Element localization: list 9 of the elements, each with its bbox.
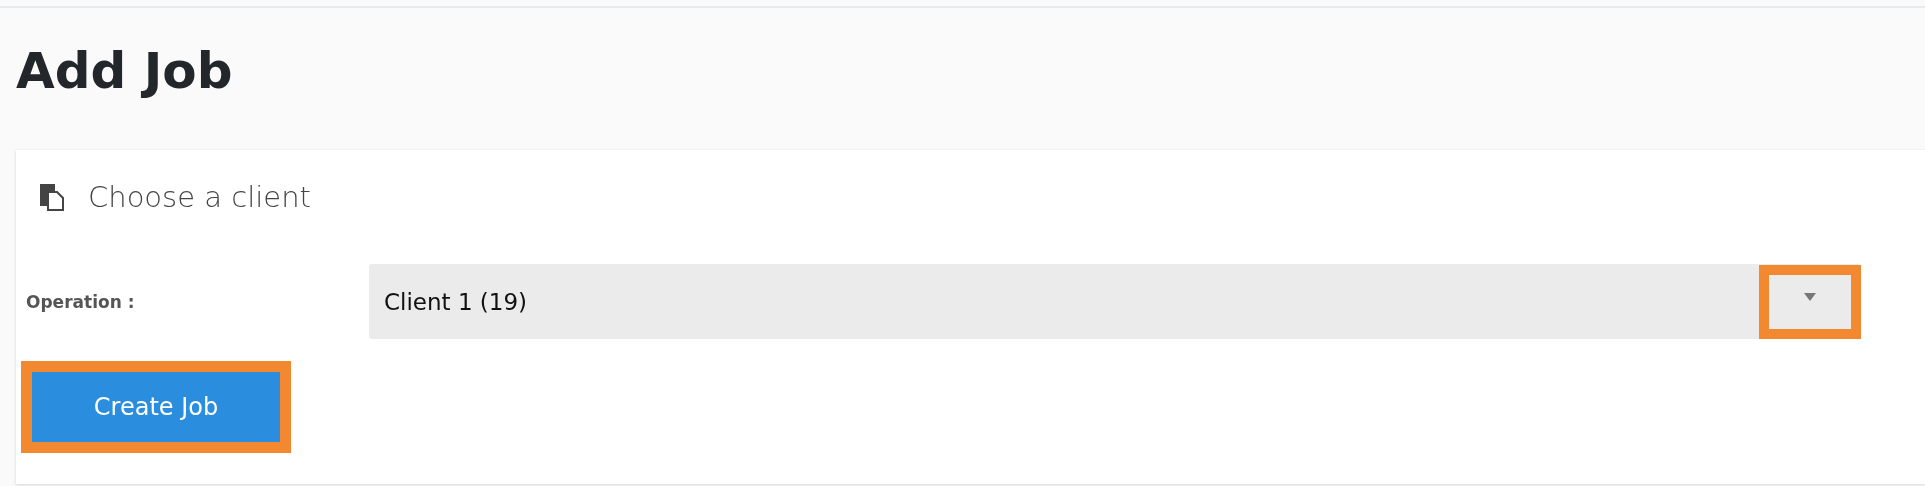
page-title: Add Job (15, 41, 234, 102)
select-arrow-highlight[interactable] (1759, 264, 1861, 339)
caret-icon (1804, 292, 1816, 301)
card-heading: Choose a client (88, 180, 311, 214)
field-label: Operation : (25, 291, 136, 312)
create-job-button[interactable]: Create Job (21, 361, 291, 453)
client-select[interactable]: Client 1 (19) (369, 264, 1861, 339)
copy-icon (38, 183, 66, 211)
select-value: Client 1 (19) (383, 288, 528, 315)
